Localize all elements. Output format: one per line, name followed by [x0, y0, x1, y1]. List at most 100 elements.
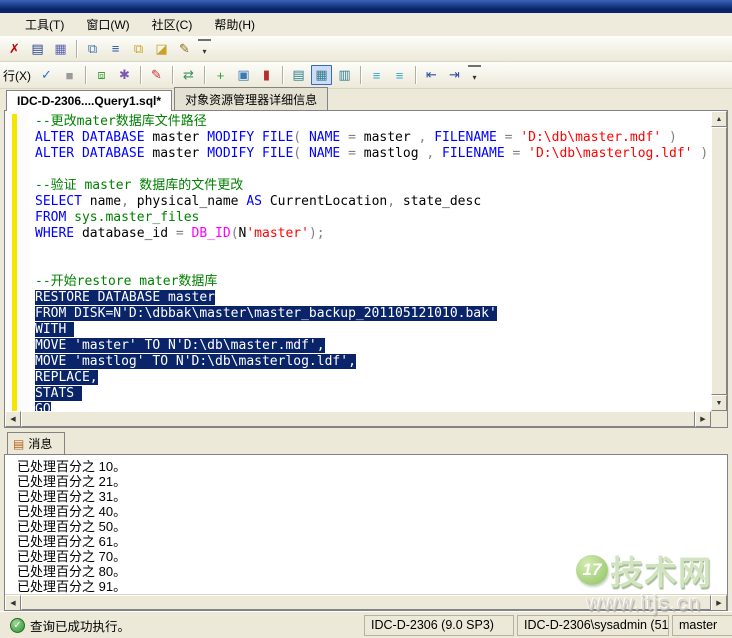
change-tracking-bar [12, 114, 17, 411]
message-line: 已处理百分之 50。 [17, 519, 727, 534]
scrollbar-corner [711, 411, 727, 427]
message-line: 已处理百分之 91。 [17, 579, 727, 594]
tab-object-explorer[interactable]: 对象资源管理器详细信息 [174, 87, 328, 110]
message-line: 已处理百分之 21。 [17, 474, 727, 489]
outdent-icon[interactable]: ⇤ [421, 65, 442, 85]
menu-window[interactable]: 窗口(W) [77, 13, 138, 36]
object-cube-icon[interactable]: ◪ [151, 39, 172, 59]
code-line: SELECT name, physical_name AS CurrentLoc… [35, 194, 711, 210]
specify-values-icon[interactable]: ⇄ [178, 65, 199, 85]
scroll-left-icon[interactable]: ◀ [5, 411, 21, 427]
code-line: FROM DISK=N'D:\dbbak\master\master_backu… [35, 306, 711, 322]
messages-icon: ▤ [13, 437, 24, 451]
message-line: 已处理百分之 40。 [17, 504, 727, 519]
message-line: 已处理百分之 61。 [17, 534, 727, 549]
code-line: --更改mater数据库文件路径 [35, 114, 711, 130]
server-icon[interactable]: ▣ [233, 65, 254, 85]
status-bar: ✓ 查询已成功执行。 IDC-D-2306 (9.0 SP3) IDC-D-23… [0, 611, 732, 638]
code-line: MOVE 'master' TO N'D:\db\master.mdf', [35, 338, 711, 354]
code-line: --验证 master 数据库的文件更改 [35, 178, 711, 194]
disconnect-icon[interactable]: ✗ [4, 39, 25, 59]
toolbar-separator [172, 66, 173, 84]
results-file-icon[interactable]: ▥ [334, 65, 355, 85]
menu-tools[interactable]: 工具(T) [16, 13, 73, 36]
execute-button[interactable]: 行(X) [3, 65, 35, 85]
results-pane: ▤ 消息 已处理百分之 10。已处理百分之 21。已处理百分之 31。已处理百分… [4, 434, 728, 611]
menu-help[interactable]: 帮助(H) [205, 13, 264, 36]
code-line: ALTER DATABASE master MODIFY FILE( NAME … [35, 146, 711, 162]
scroll-right-icon[interactable]: ▶ [711, 595, 727, 611]
tab-messages[interactable]: ▤ 消息 [7, 432, 65, 454]
code-line: STATS [35, 386, 711, 402]
code-line: WITH [35, 322, 711, 338]
uncomment-icon[interactable]: ≡ [389, 65, 410, 85]
snippet-plus-icon[interactable]: + [210, 65, 231, 85]
save-icon[interactable]: ▤ [27, 39, 48, 59]
menu-bar: 工具(T)窗口(W)社区(C)帮助(H) [0, 13, 732, 36]
scrollbar-thumb[interactable] [711, 127, 727, 395]
toolbar-separator [204, 66, 205, 84]
menu-community[interactable]: 社区(C) [143, 13, 202, 36]
code-line: FROM sys.master_files [35, 210, 711, 226]
messages-body: 已处理百分之 10。已处理百分之 21。已处理百分之 31。已处理百分之 40。… [4, 454, 728, 611]
code-line [35, 162, 711, 178]
code-line: REPLACE, [35, 370, 711, 386]
message-line: 已处理百分之 31。 [17, 489, 727, 504]
toolbar-separator [415, 66, 416, 84]
messages-output[interactable]: 已处理百分之 10。已处理百分之 21。已处理百分之 31。已处理百分之 40。… [5, 455, 727, 594]
login-name: IDC-D-2306\sysadmin (51) [524, 618, 669, 632]
database-name: master [679, 618, 717, 632]
server-name: IDC-D-2306 (9.0 SP3) [371, 618, 494, 632]
indent-icon[interactable]: ⇥ [444, 65, 465, 85]
scroll-right-icon[interactable]: ▶ [695, 411, 711, 427]
execution-plan-icon[interactable]: ⧈ [91, 65, 112, 85]
design-query-icon[interactable]: ✎ [146, 65, 167, 85]
script-objects-icon[interactable]: ⧉ [128, 39, 149, 59]
editor-gutter [5, 111, 29, 411]
copy-page-icon[interactable]: ⧉ [82, 39, 103, 59]
code-line: RESTORE DATABASE master [35, 290, 711, 306]
code-line: GO [35, 402, 711, 411]
editor-vertical-scrollbar[interactable]: ▲ ▼ [711, 111, 727, 411]
status-database-pane: master [672, 615, 732, 636]
code-surface[interactable]: --更改mater数据库文件路径 ALTER DATABASE master MO… [5, 111, 711, 411]
save-all-icon[interactable]: ▦ [50, 39, 71, 59]
sql-editor: --更改mater数据库文件路径 ALTER DATABASE master MO… [4, 110, 728, 428]
message-line: 已处理百分之 10。 [17, 459, 727, 474]
code-line [35, 258, 711, 274]
document-tab-strip: IDC-D-2306....Query1.sql*对象资源管理器详细信息 [0, 89, 732, 110]
results-tab-row: ▤ 消息 [4, 434, 728, 454]
success-check-icon: ✓ [10, 618, 25, 633]
standard-toolbar: ✗▤▦⧉≡⧉◪✎▾ [0, 36, 732, 62]
parse-check-icon[interactable]: ✓ [36, 65, 57, 85]
toolbar-separator [140, 66, 141, 84]
status-message-pane: ✓ 查询已成功执行。 [3, 615, 361, 636]
toolbar-separator [85, 66, 86, 84]
code-area[interactable]: --更改mater数据库文件路径 ALTER DATABASE master MO… [29, 111, 711, 411]
scroll-down-icon[interactable]: ▼ [711, 395, 727, 411]
query-options-icon[interactable]: ✱ [114, 65, 135, 85]
toolbar1-overflow-icon[interactable]: ▾ [198, 39, 211, 59]
tab-query1[interactable]: IDC-D-2306....Query1.sql* [6, 90, 172, 111]
scroll-left-icon[interactable]: ◀ [5, 595, 21, 611]
results-text-icon[interactable]: ▤ [288, 65, 309, 85]
toolbar-separator [282, 66, 283, 84]
scroll-up-icon[interactable]: ▲ [711, 111, 727, 127]
details-list-icon[interactable]: ≡ [105, 39, 126, 59]
stop-icon[interactable]: ■ [59, 65, 80, 85]
scrollbar-thumb[interactable] [21, 595, 711, 610]
title-bar[interactable] [0, 0, 732, 13]
status-message: 查询已成功执行。 [30, 616, 130, 635]
comment-icon[interactable]: ≡ [366, 65, 387, 85]
messages-tab-label: 消息 [28, 435, 52, 452]
results-grid-icon[interactable]: ▦ [311, 65, 332, 85]
editor-horizontal-scrollbar[interactable]: ◀ ▶ [5, 411, 711, 427]
status-server-pane: IDC-D-2306 (9.0 SP3) [364, 615, 514, 636]
help-book-icon[interactable]: ▮ [256, 65, 277, 85]
toolbar-separator [76, 40, 77, 58]
toolbar2-overflow-icon[interactable]: ▾ [468, 65, 481, 85]
code-line: --开始restore mater数据库 [35, 274, 711, 290]
properties-page-icon[interactable]: ✎ [174, 39, 195, 59]
messages-horizontal-scrollbar[interactable]: ◀ ▶ [5, 594, 727, 610]
scrollbar-thumb[interactable] [21, 411, 695, 427]
